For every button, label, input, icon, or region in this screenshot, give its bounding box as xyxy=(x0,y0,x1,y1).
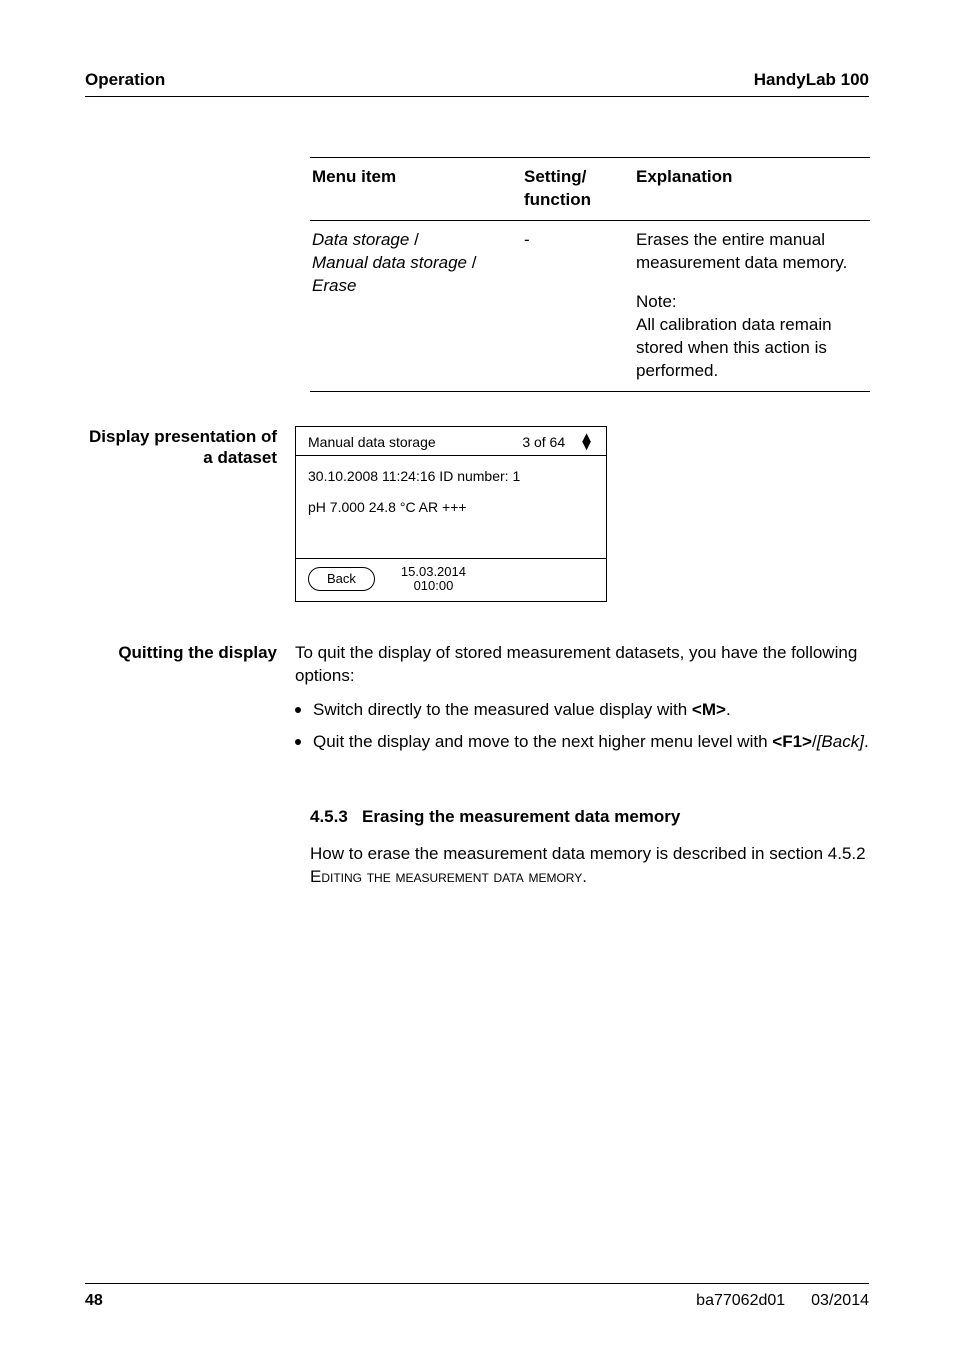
doc-id: ba77062d01 xyxy=(696,1292,785,1310)
td-menu-item: Data storage / Manual data storage / Era… xyxy=(310,220,522,391)
th-menu-item: Menu item xyxy=(310,158,522,221)
device-title: Manual data storage xyxy=(308,434,436,451)
dataset-label: Display presentation of a dataset xyxy=(85,426,295,469)
device-count: 3 of 64 xyxy=(522,434,565,451)
b2-post: . xyxy=(864,732,869,751)
b1-pre: Switch directly to the measured value di… xyxy=(313,700,692,719)
th-explanation: Explanation xyxy=(634,158,870,221)
dataset-label-l2: a dataset xyxy=(85,447,277,468)
explain-main: Erases the entire manual measurement dat… xyxy=(636,229,860,275)
device-line-1: 30.10.2008 11:24:16 ID number: 1 xyxy=(308,468,594,485)
explain-note-body: All calibration data remain stored when … xyxy=(636,314,860,383)
quitting-list: Switch directly to the measured value di… xyxy=(295,696,869,754)
dataset-label-l1: Display presentation of xyxy=(85,426,277,447)
menu-item-l2: Manual data storage xyxy=(312,253,467,272)
slash1: / xyxy=(409,230,418,249)
device-date: 15.03.2014 xyxy=(401,564,466,579)
b2-pre: Quit the display and move to the next hi… xyxy=(313,732,772,751)
scroll-arrows-icon[interactable]: ▲ ▼ xyxy=(579,434,594,449)
section-body-pre: How to erase the measurement data memory… xyxy=(310,844,866,863)
section-body-post: . xyxy=(582,867,587,886)
header-right: HandyLab 100 xyxy=(754,70,869,90)
quitting-para: To quit the display of stored measuremen… xyxy=(295,642,869,688)
page-number-val: 48 xyxy=(85,1292,103,1309)
b1-key: <M> xyxy=(692,700,726,719)
section-number: 4.5.3 xyxy=(310,807,348,826)
device-line-2: pH 7.000 24.8 °C AR +++ xyxy=(308,499,594,516)
td-explanation: Erases the entire manual measurement dat… xyxy=(634,220,870,391)
section-heading: 4.5.3 Erasing the measurement data memor… xyxy=(310,806,869,829)
section-body-sc: Editing the measurement data memory xyxy=(310,867,582,886)
section-body: How to erase the measurement data memory… xyxy=(310,843,869,889)
menu-item-l1: Data storage xyxy=(312,230,409,249)
device-time: 010:00 xyxy=(414,578,454,593)
menu-table: Menu item Setting/ function Explanation … xyxy=(310,157,870,392)
section-title: Erasing the measurement data memory xyxy=(362,807,680,826)
td-setting: - xyxy=(522,220,634,391)
b2-key: <F1> xyxy=(772,732,812,751)
explain-note-head: Note: xyxy=(636,291,860,314)
list-item: Quit the display and move to the next hi… xyxy=(313,728,869,754)
slash2: / xyxy=(467,253,476,272)
header-left: Operation xyxy=(85,70,165,90)
page-number: 48 xyxy=(85,1292,103,1310)
b1-post: . xyxy=(726,700,731,719)
menu-item-l3: Erase xyxy=(312,276,356,295)
b2-ital: [Back] xyxy=(817,732,864,751)
list-item: Switch directly to the measured value di… xyxy=(313,696,869,722)
arrow-down-icon[interactable]: ▼ xyxy=(579,437,594,454)
quitting-label: Quitting the display xyxy=(85,642,295,663)
device-screen: Manual data storage 3 of 64 ▲ ▼ 30.10.20… xyxy=(295,426,607,603)
th-setting: Setting/ function xyxy=(522,158,634,221)
doc-date: 03/2014 xyxy=(811,1292,869,1310)
back-button[interactable]: Back xyxy=(308,567,375,591)
device-timestamp: 15.03.2014 010:00 xyxy=(401,565,466,594)
